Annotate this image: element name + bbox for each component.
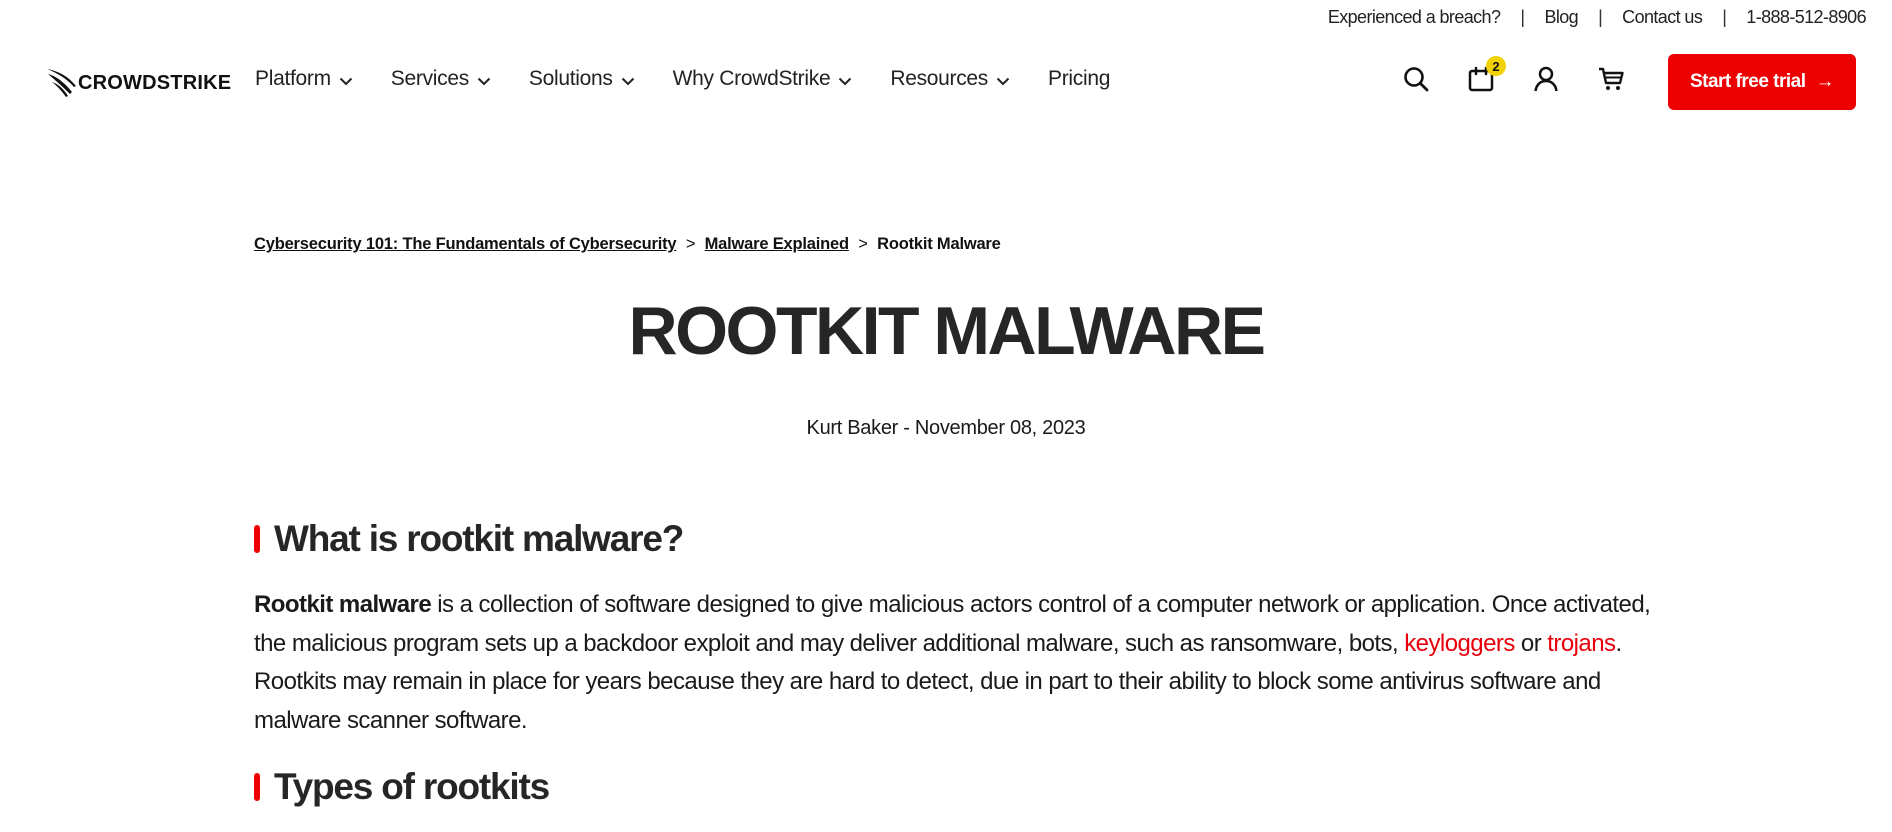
calendar-count-badge: 2 [1486, 56, 1506, 76]
section-heading-what-is-rootkit: What is rootkit malware? [254, 518, 684, 560]
logo-wordmark: CROWDSTRIKE [78, 71, 232, 94]
crowdstrike-logo[interactable]: CROWDSTRIKE [46, 68, 231, 98]
search-icon [1404, 67, 1429, 92]
nav-item-label: Why CrowdStrike [672, 67, 831, 90]
article-byline: Kurt Baker - November 08, 2023 [806, 417, 1086, 439]
paragraph-text: or [1514, 629, 1548, 657]
section-heading-types-of-rootkits: Types of rootkits [254, 766, 550, 808]
experienced-breach-link[interactable]: Experienced a breach? [1328, 7, 1501, 28]
utility-separator: | [1722, 6, 1727, 27]
chevron-down-icon [477, 77, 491, 86]
utility-separator: | [1598, 6, 1603, 27]
intro-paragraph: Rootkit malware is a collection of softw… [254, 586, 1654, 740]
heading-accent-bar [254, 773, 260, 801]
nav-item-label: Pricing [1048, 67, 1111, 90]
utility-bar: Experienced a breach? | Blog | Contact u… [0, 0, 1892, 34]
breadcrumb-current: Rootkit Malware [877, 235, 1001, 253]
trojans-link[interactable]: trojans [1547, 630, 1616, 657]
breadcrumb: Cybersecurity 101: The Fundamentals of C… [254, 235, 1001, 254]
events-button[interactable]: 2 [1466, 56, 1506, 94]
falcon-icon [47, 69, 76, 97]
breadcrumb-link-malware-explained[interactable]: Malware Explained [705, 235, 849, 253]
heading-accent-bar [254, 525, 260, 553]
user-icon [1534, 66, 1558, 92]
chevron-down-icon [339, 77, 353, 86]
arrow-right-icon: → [1815, 71, 1835, 92]
phone-link[interactable]: 1-888-512-8906 [1746, 7, 1866, 28]
nav-item-solutions[interactable]: Solutions [529, 67, 635, 91]
search-button[interactable] [1401, 64, 1431, 94]
breadcrumb-separator: > [858, 235, 868, 253]
breadcrumb-link-cybersecurity-101[interactable]: Cybersecurity 101: The Fundamentals of C… [254, 235, 677, 253]
nav-item-resources[interactable]: Resources [890, 67, 1010, 91]
chevron-down-icon [621, 77, 634, 86]
page-title: ROOTKIT MALWARE [628, 293, 1266, 369]
section-heading-text: Types of rootkits [274, 766, 550, 807]
nav-item-label: Services [390, 67, 469, 90]
main-header: CROWDSTRIKE Platform Services Solutions … [0, 48, 1892, 116]
cart-icon [1599, 67, 1624, 90]
nav-item-label: Resources [890, 67, 989, 90]
utility-separator: | [1520, 6, 1525, 27]
account-button[interactable] [1531, 64, 1561, 94]
nav-item-label: Platform [255, 67, 331, 90]
header-icon-group: 2 [1401, 56, 1661, 94]
nav-item-pricing[interactable]: Pricing [1048, 67, 1110, 91]
section-heading-text: What is rootkit malware? [274, 518, 684, 559]
nav-item-services[interactable]: Services [391, 67, 491, 91]
bold-term: Rootkit malware [254, 591, 432, 618]
breadcrumb-separator: > [685, 235, 696, 253]
chevron-down-icon [996, 77, 1010, 86]
chevron-down-icon [839, 77, 852, 86]
keyloggers-link[interactable]: keyloggers [1404, 630, 1515, 657]
primary-nav: Platform Services Solutions Why CrowdStr… [255, 67, 1148, 91]
nav-item-platform[interactable]: Platform [255, 67, 353, 91]
nav-item-why-crowdstrike[interactable]: Why CrowdStrike [673, 67, 853, 91]
cta-label: Start free trial [1689, 71, 1806, 92]
start-free-trial-button[interactable]: Start free trial → [1668, 54, 1856, 110]
nav-item-label: Solutions [528, 67, 613, 90]
blog-link[interactable]: Blog [1544, 7, 1578, 28]
cart-button[interactable] [1596, 64, 1626, 94]
contact-us-link[interactable]: Contact us [1622, 7, 1703, 28]
